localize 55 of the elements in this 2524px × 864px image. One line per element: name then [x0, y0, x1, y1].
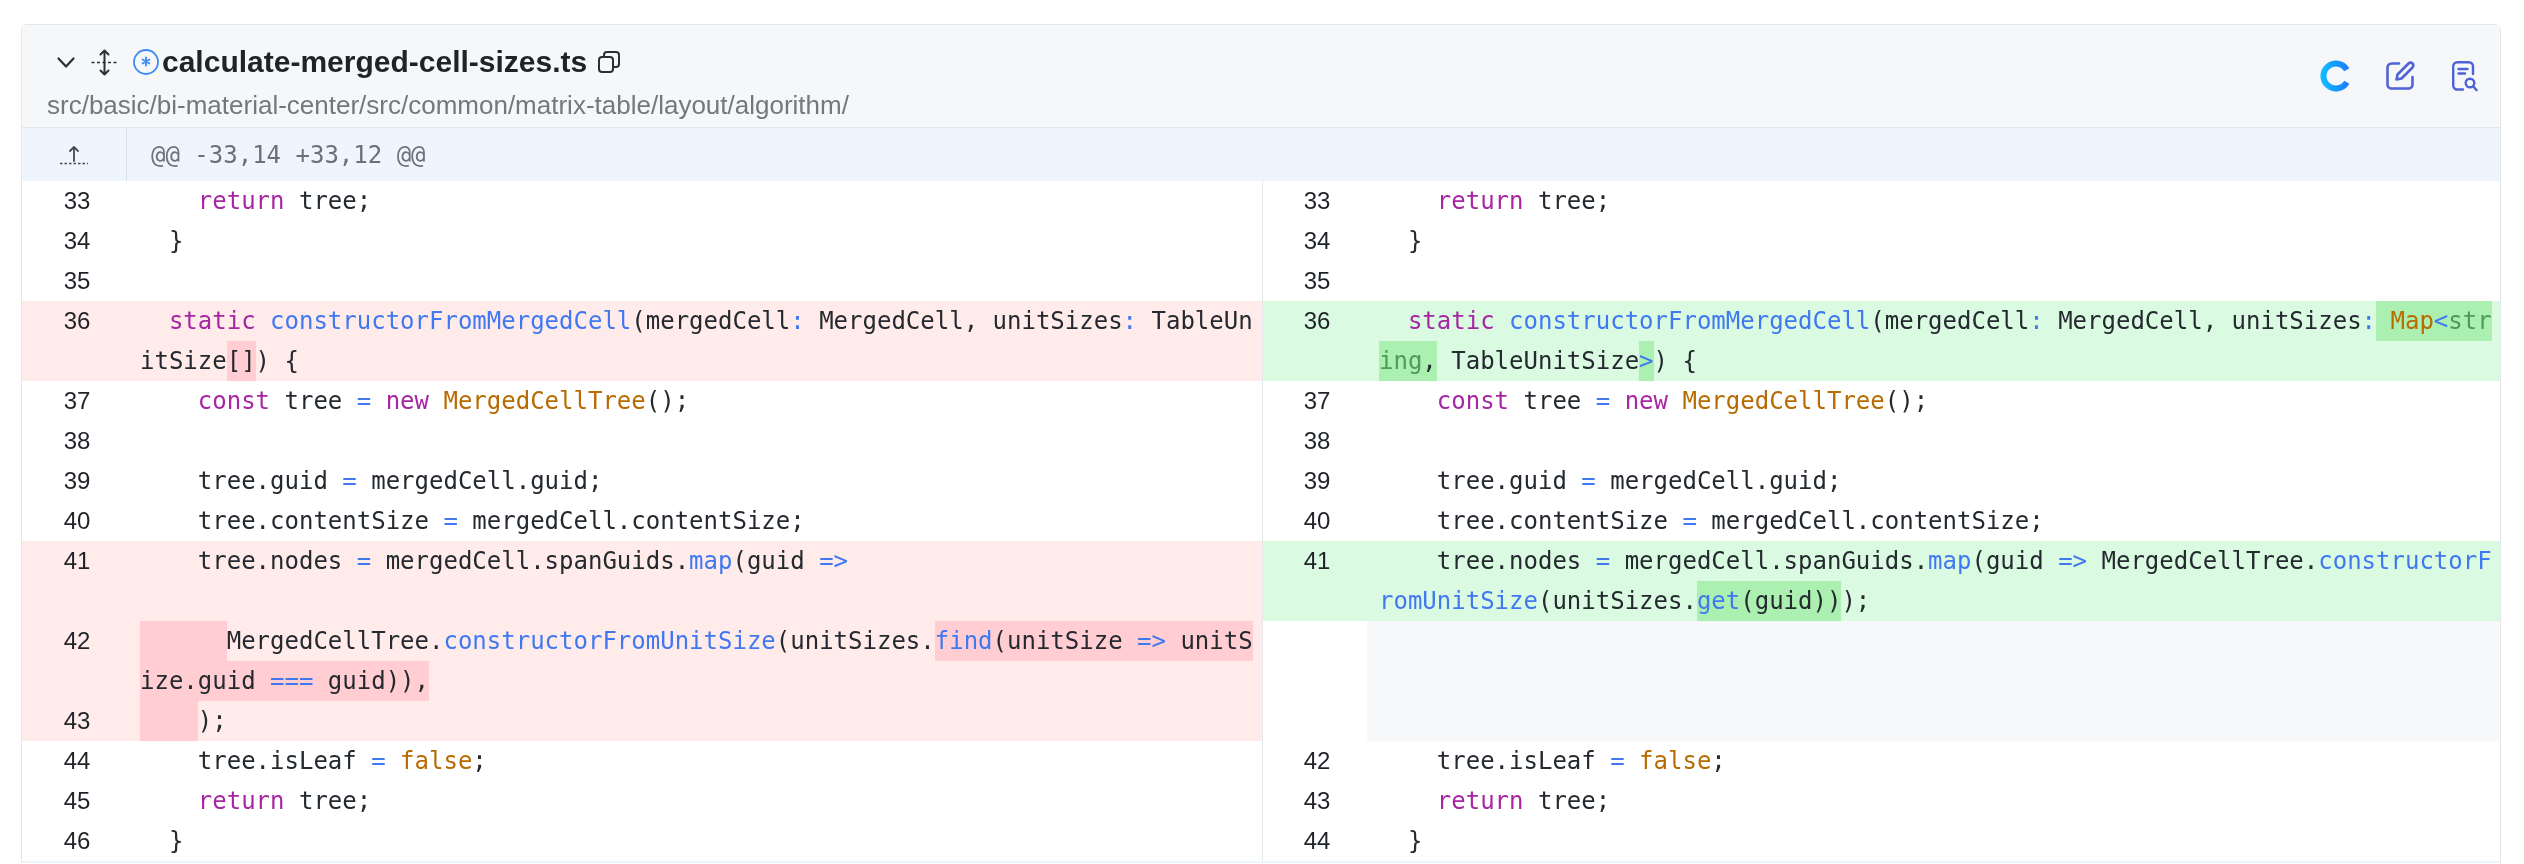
copy-icon[interactable]: [598, 51, 621, 73]
code-line: }: [1406, 226, 1423, 257]
code-line: const tree = new MergedCellTree();: [1435, 386, 1929, 417]
line-number: 41: [63, 547, 91, 574]
asterisk-circle-icon: [133, 49, 159, 75]
line-number: 46: [63, 827, 91, 854]
line-number: 33: [1303, 187, 1331, 214]
line-number: 45: [63, 787, 91, 814]
spinner-icon: [2320, 60, 2352, 92]
line-number: 33: [63, 187, 91, 214]
code-line: tree.nodes = mergedCell.spanGuids.map(guid =>: [196, 546, 849, 577]
hunk-header: @@ -33,14 +33,12 @@: [151, 139, 426, 170]
line-number: 35: [63, 267, 91, 294]
chevron-icon[interactable]: [56, 55, 76, 69]
line-number: 44: [1303, 827, 1331, 854]
line-number: 39: [63, 467, 91, 494]
line-number: 37: [63, 387, 91, 414]
line-number: 34: [1303, 227, 1331, 254]
code-line: tree.contentSize = mergedCell.contentSize;: [1435, 506, 2044, 537]
line-number: 38: [1303, 427, 1331, 454]
line-number: 38: [63, 427, 91, 454]
line-number: 44: [63, 747, 91, 774]
document-search-icon[interactable]: [2452, 60, 2478, 92]
expand-up-icon[interactable]: [59, 144, 89, 165]
line-number: 37: [1303, 387, 1331, 414]
code-line: return tree;: [196, 186, 372, 217]
line-number: 40: [63, 507, 91, 534]
file-path: src/basic/bi-material-center/src/common/matrix-table/layout/algorithm/: [47, 90, 849, 120]
line-number: 40: [1303, 507, 1331, 534]
line-number: 36: [63, 307, 91, 334]
code-line: tree.guid = mergedCell.guid;: [1435, 466, 1842, 497]
code-line: }: [1406, 826, 1423, 857]
line-number: 42: [63, 627, 91, 654]
code-line: return tree;: [1435, 786, 1611, 817]
code-line: tree.isLeaf = false;: [196, 746, 487, 777]
line-number: 43: [63, 707, 91, 734]
code-line: tree.guid = mergedCell.guid;: [196, 466, 603, 497]
code-line: tree.isLeaf = false;: [1435, 746, 1726, 777]
line-number: 34: [63, 227, 91, 254]
line-number: 42: [1303, 747, 1331, 774]
code-line: tree.nodes = mergedCell.spanGuids.map(guid => MergedCellTree.constructorFromUnitSize(unitSizes.get(guid)));: [1379, 541, 2497, 621]
code-line: return tree;: [196, 786, 372, 817]
line-number: 39: [1303, 467, 1331, 494]
code-line: tree.contentSize = mergedCell.contentSize;: [196, 506, 805, 537]
line-number: 36: [1303, 307, 1331, 334]
unfold-icon[interactable]: [91, 48, 118, 76]
line-number: 41: [1303, 547, 1331, 574]
code-line: }: [167, 226, 184, 257]
line-number: 43: [1303, 787, 1331, 814]
line-number: 35: [1303, 267, 1331, 294]
file-name: calculate-merged-cell-sizes.ts: [162, 44, 588, 80]
code-line: return tree;: [1435, 186, 1611, 217]
code-line: }: [167, 826, 184, 857]
code-line: const tree = new MergedCellTree();: [196, 386, 690, 417]
edit-icon[interactable]: [2384, 60, 2416, 92]
